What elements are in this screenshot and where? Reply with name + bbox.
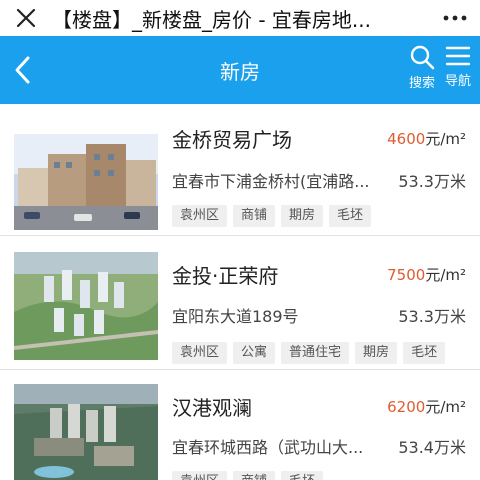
listing-address: 宜春环城西路（武功山大... [172, 438, 364, 457]
tag: 袁州区 [172, 205, 228, 227]
close-icon [16, 8, 36, 28]
listing-name: 金桥贸易广场 [172, 128, 292, 152]
tag: 袁州区 [172, 471, 228, 480]
list-item[interactable]: 汉港观澜 6200元/m² 宜春环城西路（武功山大... 53.4万米 袁州区 … [0, 372, 480, 480]
nav-label: 导航 [444, 74, 471, 89]
page-title: 【楼盘】_新楼盘_房价 - 宜春房地... [52, 7, 372, 32]
listing-list: 金桥贸易广场 4600元/m² 宜春市下浦金桥村(宜浦路... 53.3万米 袁… [0, 104, 480, 480]
listing-tags: 袁州区 商铺 毛坯 [172, 471, 466, 480]
price-unit: 元/m² [425, 398, 466, 416]
tag: 期房 [355, 342, 398, 364]
tag: 毛坯 [281, 471, 324, 480]
listing-address: 宜春市下浦金桥村(宜浦路... [172, 172, 370, 191]
price-value: 4600 [387, 130, 426, 148]
tag: 毛坯 [329, 205, 372, 227]
webview-title-bar: 【楼盘】_新楼盘_房价 - 宜春房地... [0, 0, 480, 36]
tag: 期房 [281, 205, 324, 227]
more-options-button[interactable] [430, 0, 480, 36]
tag: 商铺 [233, 205, 276, 227]
listing-price: 7500元/m² [387, 264, 466, 285]
tag: 毛坯 [403, 342, 446, 364]
tag: 公寓 [233, 342, 276, 364]
listing-tags: 袁州区 公寓 普通住宅 期房 毛坯 [172, 342, 466, 364]
tag: 袁州区 [172, 342, 228, 364]
list-item[interactable]: 金桥贸易广场 4600元/m² 宜春市下浦金桥村(宜浦路... 53.3万米 袁… [0, 104, 480, 236]
list-item[interactable]: 金投·正荣府 7500元/m² 宜阳东大道189号 53.3万米 袁州区 公寓 … [0, 238, 480, 370]
listing-distance: 53.3万米 [398, 307, 466, 326]
listing-distance: 53.3万米 [398, 172, 466, 191]
listing-photo [14, 384, 158, 480]
listing-photo [14, 252, 158, 360]
listing-address: 宜阳东大道189号 [172, 307, 299, 326]
search-label: 搜索 [408, 76, 435, 91]
listing-distance: 53.4万米 [398, 438, 466, 457]
listing-price: 6200元/m² [387, 396, 466, 417]
menu-icon [445, 46, 471, 66]
more-icon [443, 15, 467, 21]
close-button[interactable] [0, 0, 52, 36]
tag: 商铺 [233, 471, 276, 480]
listing-photo [14, 134, 158, 230]
price-value: 6200 [387, 398, 426, 416]
price-unit: 元/m² [425, 130, 466, 148]
nav-menu-button[interactable]: 导航 [438, 44, 478, 98]
listing-name: 金投·正荣府 [172, 264, 279, 288]
price-value: 7500 [387, 266, 426, 284]
app-header: 新房 搜索 导航 [0, 36, 480, 104]
listing-price: 4600元/m² [387, 128, 466, 149]
search-icon [410, 45, 435, 70]
search-button[interactable]: 搜索 [402, 44, 442, 98]
price-unit: 元/m² [425, 266, 466, 284]
listing-tags: 袁州区 商铺 期房 毛坯 [172, 205, 466, 227]
listing-name: 汉港观澜 [172, 396, 252, 420]
tag: 普通住宅 [281, 342, 350, 364]
